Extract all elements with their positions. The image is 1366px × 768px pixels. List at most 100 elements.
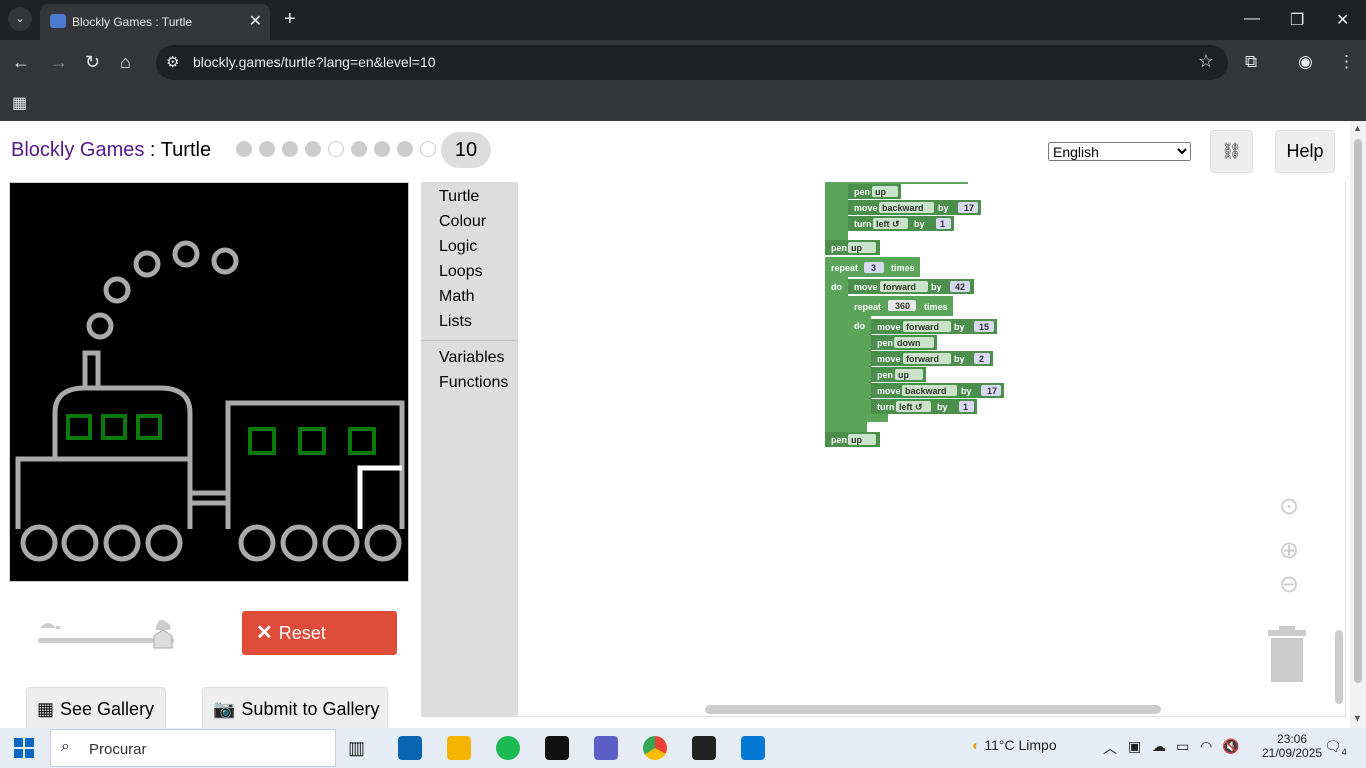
app-icon[interactable] [692, 736, 716, 760]
apps-grid-icon[interactable]: ▦ [12, 93, 27, 113]
task-view-icon[interactable]: ▥ [348, 736, 372, 760]
language-select[interactable]: English [1048, 142, 1191, 161]
reset-button[interactable]: ✕ Reset [242, 611, 397, 655]
toolbox-category-functions[interactable]: Functions [439, 374, 508, 392]
url-text[interactable]: blockly.games/turtle?lang=en&level=10 [193, 54, 436, 70]
toolbox-category-math[interactable]: Math [439, 288, 475, 306]
notification-count: 4 [1341, 746, 1347, 757]
blockly-workspace[interactable]: pen up move backward by 17 turn left ↺ b… [518, 182, 1346, 717]
repeat-block-foot [825, 422, 867, 432]
block-text: forward [906, 322, 939, 332]
repeat-block-body[interactable] [825, 182, 848, 240]
level-dot[interactable] [351, 141, 367, 157]
trashcan-icon[interactable] [1265, 626, 1309, 686]
show-hidden-icons-icon[interactable]: ︿ [1103, 738, 1117, 758]
help-button[interactable]: Help [1275, 130, 1335, 173]
level-dot[interactable] [397, 141, 413, 157]
level-dot[interactable] [328, 141, 344, 157]
see-gallery-label: See Gallery [60, 699, 155, 719]
slider-handle[interactable] [153, 629, 173, 649]
scroll-up-icon[interactable]: ▲ [1353, 123, 1362, 133]
block-text: turn [854, 219, 872, 229]
toolbox-category-turtle[interactable]: Turtle [439, 188, 479, 206]
restore-icon[interactable]: ❐ [1290, 10, 1304, 30]
workspace-vertical-scrollbar[interactable] [1335, 630, 1343, 704]
close-tab-icon[interactable]: ✕ [249, 11, 262, 31]
block-text: move [854, 203, 878, 213]
toolbox-category-lists[interactable]: Lists [439, 313, 472, 331]
block-text: up [851, 435, 862, 445]
submit-gallery-button[interactable]: 📷 Submit to Gallery [202, 687, 388, 728]
recenter-icon[interactable]: ⊙ [1279, 492, 1299, 521]
new-tab-button[interactable]: + [284, 8, 296, 31]
chrome-icon[interactable] [643, 736, 667, 760]
extensions-icon[interactable]: ⧉ [1245, 52, 1257, 72]
taskbar-search[interactable]: ⌕ Procurar [50, 729, 336, 767]
level-dot[interactable] [282, 141, 298, 157]
weather-widget[interactable]: ◐ 11°C Limpo [972, 737, 1057, 753]
system-clock[interactable]: 23:06 21/09/2025 [1262, 732, 1322, 760]
block-text: up [851, 243, 862, 253]
camera-icon: 📷 [213, 699, 236, 719]
close-window-icon[interactable]: ✕ [1336, 10, 1349, 30]
vscode-icon[interactable] [741, 736, 765, 760]
brand-link[interactable]: Blockly Games [11, 139, 144, 161]
file-explorer-icon[interactable] [447, 736, 471, 760]
menu-icon[interactable]: ⋮ [1338, 52, 1355, 72]
block-text: forward [883, 282, 916, 292]
level-dot[interactable] [420, 141, 436, 157]
site-info-icon[interactable]: ⚙ [166, 53, 179, 71]
tab-search-menu[interactable]: ⌄ [8, 7, 32, 31]
toolbox-category-logic[interactable]: Logic [439, 238, 477, 256]
page-scrollbar[interactable]: ▲ ▼ [1350, 121, 1366, 728]
speed-slider[interactable] [38, 616, 174, 656]
browser-tab[interactable]: Blockly Games : Turtle ✕ [40, 4, 270, 40]
bookmarks-bar: ▦ [0, 86, 1366, 121]
block-canvas: pen up move backward by 17 turn left ↺ b… [825, 182, 1004, 447]
block-text: by [954, 354, 965, 364]
level-dot[interactable] [305, 141, 321, 157]
page-title: Blockly Games : Turtle [11, 139, 211, 162]
home-icon[interactable]: ⌂ [120, 52, 131, 73]
toolbox-category-loops[interactable]: Loops [439, 263, 483, 281]
block-text: pen [877, 338, 893, 348]
profile-icon[interactable]: ◉ [1298, 52, 1313, 72]
onedrive-icon[interactable]: ☁ [1152, 738, 1166, 755]
rabbit-fast-icon [156, 619, 171, 630]
block-text: 1 [940, 219, 945, 229]
toolbox-category-colour[interactable]: Colour [439, 213, 486, 231]
notifications-icon[interactable]: 🗨4 [1324, 738, 1347, 757]
workspace-horizontal-scrollbar[interactable] [705, 705, 1161, 714]
minimize-icon[interactable]: — [1244, 10, 1260, 28]
back-icon[interactable]: ← [12, 52, 30, 73]
teams-icon[interactable] [594, 736, 618, 760]
tradingview-icon[interactable] [545, 736, 569, 760]
battery-icon[interactable]: ▭ [1176, 738, 1189, 755]
close-x-icon: ✕ [256, 622, 273, 644]
block-text: up [875, 187, 886, 197]
bookmark-star-icon[interactable]: ☆ [1198, 51, 1214, 72]
level-dot[interactable] [374, 141, 390, 157]
zoom-out-icon[interactable]: ⊖ [1279, 570, 1299, 599]
spotify-icon[interactable] [496, 736, 520, 760]
see-gallery-button[interactable]: ▦ See Gallery [26, 687, 166, 728]
forward-icon[interactable]: → [50, 52, 68, 73]
volume-muted-icon[interactable]: 🔇 [1222, 738, 1239, 755]
game-name: Turtle [160, 139, 212, 161]
level-dot[interactable] [259, 141, 275, 157]
address-bar[interactable]: ⚙ blockly.games/turtle?lang=en&level=10 … [156, 45, 1228, 80]
scroll-down-icon[interactable]: ▼ [1353, 713, 1362, 723]
zoom-in-icon[interactable]: ⊕ [1279, 536, 1299, 565]
reload-icon[interactable]: ↻ [85, 52, 100, 73]
weather-icon: ◐ [972, 737, 981, 753]
wifi-icon[interactable]: ◠ [1200, 738, 1212, 755]
page-scrollbar-thumb[interactable] [1354, 139, 1362, 683]
toolbox-category-variables[interactable]: Variables [439, 349, 505, 367]
block-text: by [954, 322, 965, 332]
level-dot[interactable] [236, 141, 252, 157]
windows-start-icon[interactable] [14, 738, 34, 758]
block-text: backward [905, 386, 947, 396]
outlook-icon[interactable] [398, 736, 422, 760]
tray-app-icon[interactable]: ▣ [1128, 738, 1141, 755]
link-button[interactable]: ⛓ [1210, 130, 1253, 173]
